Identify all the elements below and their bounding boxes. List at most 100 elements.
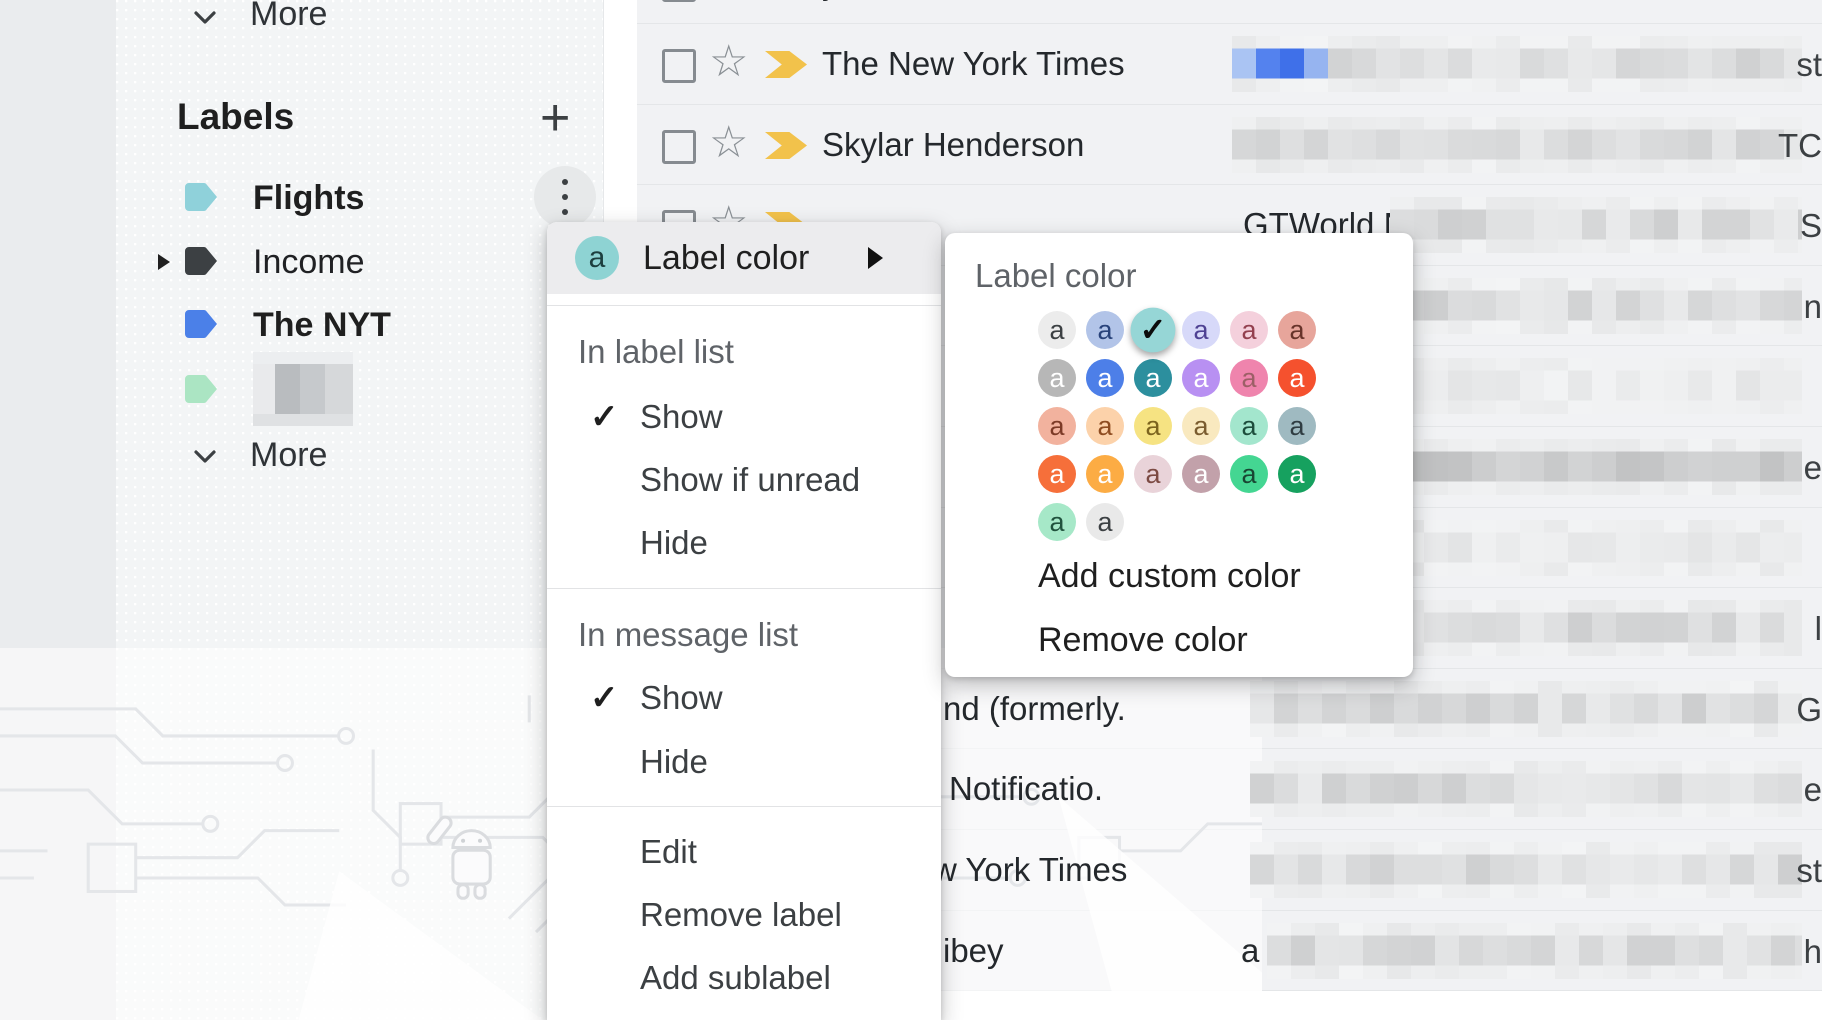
blurred-subject	[1267, 923, 1802, 979]
sidebar: More Labels + Flights Income The NYT	[116, 0, 604, 1020]
redacted-label-name	[253, 364, 353, 414]
menu-divider	[547, 305, 941, 306]
color-swatch[interactable]: a	[1134, 407, 1172, 445]
color-swatch[interactable]: a	[1278, 455, 1316, 493]
color-swatch[interactable]: a	[1278, 311, 1316, 349]
menu-item-label-color[interactable]: a Label color	[547, 222, 941, 294]
blurred-subject	[1232, 117, 1802, 173]
color-swatch[interactable]: a	[1086, 407, 1124, 445]
checkbox-icon[interactable]	[662, 130, 696, 164]
sender-fragment: y	[822, 0, 839, 2]
blurred-subject	[1250, 681, 1802, 737]
menu-item-add-custom-color[interactable]: Add custom color	[1038, 556, 1301, 596]
star-icon[interactable]: ☆	[709, 117, 748, 168]
color-swatch[interactable]: ✓	[1131, 308, 1176, 353]
color-swatch[interactable]: a	[1230, 359, 1268, 397]
blurred-subject	[1232, 36, 1802, 92]
color-swatch[interactable]: a	[1038, 359, 1076, 397]
label-color-submenu: Label color aa✓aaaaaaaaaaaaaaaaaaaaaaa A…	[945, 233, 1413, 677]
sidebar-label-redacted[interactable]	[116, 358, 604, 422]
checkbox-icon[interactable]	[662, 49, 696, 83]
color-swatch[interactable]: a	[1230, 311, 1268, 349]
chevron-down-icon	[188, 439, 222, 473]
color-swatch[interactable]: a	[1038, 455, 1076, 493]
color-swatch[interactable]: a	[1038, 503, 1076, 541]
row-right-fragment: h	[1804, 933, 1822, 971]
importance-marker-icon[interactable]	[765, 132, 807, 159]
row-right-fragment: S	[1800, 207, 1822, 245]
menu-section-header: In message list	[578, 615, 798, 655]
menu-item-hide-in-label-list[interactable]: Hide	[640, 523, 708, 563]
color-swatch[interactable]: a	[1230, 455, 1268, 493]
menu-item-show-in-message-list[interactable]: Show	[640, 678, 723, 718]
color-swatch[interactable]: a	[1182, 359, 1220, 397]
menu-item-edit[interactable]: Edit	[640, 832, 697, 872]
row-right-fragment: l	[1815, 610, 1822, 648]
sidebar-item-more-top[interactable]: More	[116, 0, 604, 46]
check-icon: ✓	[590, 397, 626, 437]
star-icon[interactable]: ☆	[709, 0, 748, 6]
sender: Skylar Henderson	[822, 126, 1084, 164]
menu-item-remove-color[interactable]: Remove color	[1038, 620, 1248, 660]
label-name: Flights	[253, 178, 364, 218]
menu-item-add-sublabel[interactable]: Add sublabel	[640, 958, 831, 998]
color-swatch[interactable]: a	[1182, 407, 1220, 445]
color-swatch[interactable]: a	[1182, 455, 1220, 493]
label-context-menu: a Label color In label list ✓ Show Show …	[547, 222, 941, 1020]
color-swatch[interactable]: a	[1038, 407, 1076, 445]
chevron-down-icon	[188, 0, 222, 34]
sidebar-item-label: More	[250, 435, 327, 475]
label-options-button[interactable]	[534, 166, 596, 228]
create-label-plus-icon[interactable]: +	[540, 88, 570, 148]
color-swatch[interactable]: a	[1230, 407, 1268, 445]
label-tag-icon	[184, 246, 218, 276]
checkbox-icon[interactable]	[662, 0, 696, 2]
label-tag-icon	[184, 309, 218, 339]
sidebar-label-flights[interactable]: Flights	[116, 166, 604, 230]
labels-header: Labels	[177, 96, 294, 138]
sender-fragment: w York Times	[933, 851, 1127, 889]
color-swatch[interactable]: a	[1086, 503, 1124, 541]
expand-arrow-icon[interactable]	[158, 254, 170, 270]
menu-item-remove-label[interactable]: Remove label	[640, 895, 842, 935]
label-tag-icon	[184, 182, 218, 212]
sender-fragment: ibey	[943, 932, 1004, 970]
label-name: Income	[253, 242, 365, 282]
importance-marker-icon[interactable]	[765, 51, 807, 78]
sidebar-item-more-bottom[interactable]: More	[116, 423, 604, 487]
sender-fragment: Notificatio.	[949, 770, 1103, 808]
star-icon[interactable]: ☆	[709, 36, 748, 87]
menu-divider	[547, 588, 941, 589]
color-swatch[interactable]: a	[1278, 359, 1316, 397]
sender-fragment: nd (formerly.	[943, 690, 1126, 728]
color-swatch[interactable]: a	[1038, 311, 1076, 349]
color-swatch[interactable]: a	[1086, 359, 1124, 397]
email-row[interactable]: ☆ The New York Times st	[637, 23, 1822, 105]
row-right-fragment: TC	[1778, 127, 1822, 165]
color-swatch[interactable]: a	[1086, 455, 1124, 493]
desktop-edge-strip	[0, 0, 116, 1020]
color-swatch[interactable]: a	[1086, 311, 1124, 349]
menu-item-label: Label color	[643, 238, 809, 278]
subject-fragment: a	[1241, 932, 1259, 970]
row-right-fragment: e	[1804, 771, 1822, 809]
label-tag-icon	[184, 374, 218, 404]
menu-divider	[547, 806, 941, 807]
row-right-fragment: st	[1796, 852, 1822, 890]
current-label-color-icon: a	[575, 236, 619, 280]
menu-item-hide-in-message-list[interactable]: Hide	[640, 742, 708, 782]
email-row[interactable]: ☆ Skylar Henderson TC	[637, 104, 1822, 186]
color-swatch[interactable]: a	[1182, 311, 1220, 349]
row-right-fragment: G	[1796, 691, 1822, 729]
sidebar-label-the-nyt[interactable]: The NYT	[116, 293, 604, 357]
row-right-fragment: n	[1804, 288, 1822, 326]
sidebar-label-income[interactable]: Income	[116, 230, 604, 294]
menu-item-show-if-unread[interactable]: Show if unread	[640, 460, 860, 500]
blurred-subject	[1250, 842, 1802, 898]
menu-item-show-in-label-list[interactable]: Show	[640, 397, 723, 437]
color-swatch[interactable]: a	[1134, 455, 1172, 493]
color-swatch[interactable]: a	[1278, 407, 1316, 445]
color-swatch[interactable]: a	[1134, 359, 1172, 397]
email-row[interactable]: ☆ y	[637, 0, 1822, 24]
submenu-title: Label color	[975, 256, 1136, 296]
